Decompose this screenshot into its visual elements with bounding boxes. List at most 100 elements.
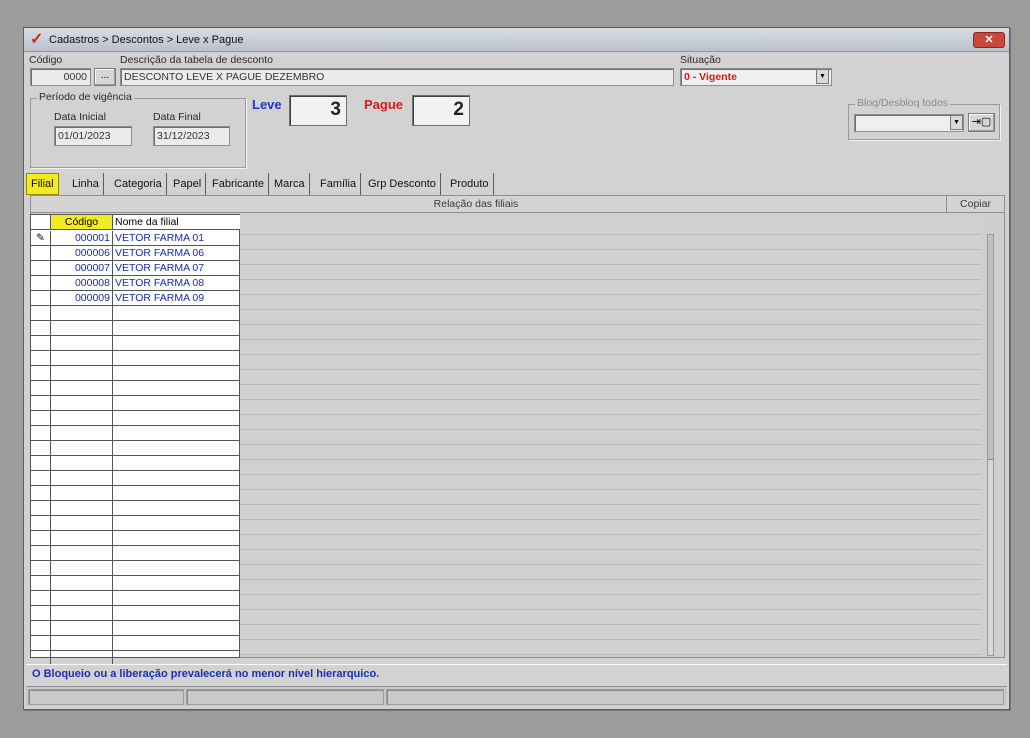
cell-codigo[interactable]	[51, 576, 113, 591]
row-selector[interactable]	[31, 486, 51, 501]
cell-nome-filial[interactable]	[113, 576, 240, 591]
chevron-down-icon[interactable]: ▼	[816, 69, 829, 84]
bloq-select[interactable]	[854, 114, 964, 132]
cell-codigo[interactable]	[51, 546, 113, 561]
cell-nome-filial[interactable]	[113, 621, 240, 636]
close-button[interactable]: ✕	[973, 32, 1005, 48]
cell-codigo[interactable]	[51, 501, 113, 516]
cell-nome-filial[interactable]	[113, 591, 240, 606]
cell-nome-filial[interactable]	[113, 306, 240, 321]
cell-codigo[interactable]	[51, 516, 113, 531]
tab-linha[interactable]: Linha	[68, 173, 104, 195]
leve-field[interactable]: 3	[289, 95, 347, 126]
pague-field[interactable]: 2	[412, 95, 470, 126]
cell-codigo[interactable]	[51, 411, 113, 426]
tab-familia[interactable]: Família	[316, 173, 362, 195]
cell-codigo[interactable]: 000007	[51, 261, 113, 276]
row-selector[interactable]	[31, 366, 51, 381]
row-selector[interactable]	[31, 291, 51, 306]
cell-codigo[interactable]	[51, 606, 113, 621]
cell-codigo[interactable]	[51, 561, 113, 576]
cell-nome-filial[interactable]	[113, 321, 240, 336]
row-selector[interactable]	[31, 561, 51, 576]
row-selector[interactable]	[31, 441, 51, 456]
row-selector[interactable]	[31, 546, 51, 561]
tab-filial[interactable]: Filial	[26, 173, 59, 195]
row-selector[interactable]: ✎	[31, 231, 51, 246]
row-selector[interactable]	[31, 276, 51, 291]
tab-fabricante[interactable]: Fabricante	[208, 173, 269, 195]
codigo-lookup-button[interactable]: ...	[94, 68, 116, 86]
cell-codigo[interactable]	[51, 456, 113, 471]
tab-categoria[interactable]: Categoria	[110, 173, 167, 195]
row-selector[interactable]	[31, 501, 51, 516]
row-selector[interactable]	[31, 516, 51, 531]
cell-codigo[interactable]	[51, 636, 113, 651]
cell-nome-filial[interactable]	[113, 471, 240, 486]
cell-codigo[interactable]	[51, 306, 113, 321]
cell-nome-filial[interactable]	[113, 531, 240, 546]
cell-codigo[interactable]	[51, 336, 113, 351]
cell-codigo[interactable]	[51, 366, 113, 381]
cell-nome-filial[interactable]	[113, 441, 240, 456]
cell-nome-filial[interactable]: VETOR FARMA 01	[113, 231, 240, 246]
row-selector[interactable]	[31, 606, 51, 621]
cell-codigo[interactable]	[51, 591, 113, 606]
cell-nome-filial[interactable]: VETOR FARMA 08	[113, 276, 240, 291]
cell-nome-filial[interactable]	[113, 351, 240, 366]
cell-nome-filial[interactable]	[113, 561, 240, 576]
row-selector[interactable]	[31, 576, 51, 591]
cell-codigo[interactable]	[51, 531, 113, 546]
row-selector[interactable]	[31, 531, 51, 546]
cell-nome-filial[interactable]: VETOR FARMA 09	[113, 291, 240, 306]
column-header-codigo[interactable]: Código	[51, 215, 113, 230]
tab-marca[interactable]: Marca	[270, 173, 310, 195]
cell-codigo[interactable]	[51, 351, 113, 366]
cell-nome-filial[interactable]	[113, 396, 240, 411]
cell-nome-filial[interactable]	[113, 456, 240, 471]
cell-nome-filial[interactable]	[113, 426, 240, 441]
tab-grp-desconto[interactable]: Grp Desconto	[364, 173, 441, 195]
column-header-nome[interactable]: Nome da filial	[113, 215, 240, 230]
row-selector[interactable]	[31, 246, 51, 261]
cell-codigo[interactable]	[51, 486, 113, 501]
cell-nome-filial[interactable]	[113, 336, 240, 351]
cell-nome-filial[interactable]	[113, 501, 240, 516]
cell-nome-filial[interactable]	[113, 516, 240, 531]
row-selector[interactable]	[31, 261, 51, 276]
cell-nome-filial[interactable]	[113, 636, 240, 651]
codigo-field[interactable]: 0000	[30, 68, 91, 86]
row-selector[interactable]	[31, 456, 51, 471]
tab-produto[interactable]: Produto	[446, 173, 494, 195]
cell-codigo[interactable]: 000006	[51, 246, 113, 261]
row-selector[interactable]	[31, 351, 51, 366]
tab-papel[interactable]: Papel	[169, 173, 207, 195]
cell-codigo[interactable]	[51, 471, 113, 486]
copy-button[interactable]: Copiar	[946, 196, 1004, 212]
row-selector[interactable]	[31, 306, 51, 321]
row-selector[interactable]	[31, 621, 51, 636]
cell-codigo[interactable]	[51, 396, 113, 411]
cell-codigo[interactable]	[51, 441, 113, 456]
cell-nome-filial[interactable]: VETOR FARMA 07	[113, 261, 240, 276]
cell-nome-filial[interactable]	[113, 606, 240, 621]
row-selector[interactable]	[31, 636, 51, 651]
cell-codigo[interactable]	[51, 426, 113, 441]
cell-nome-filial[interactable]	[113, 411, 240, 426]
cell-nome-filial[interactable]	[113, 546, 240, 561]
row-selector[interactable]	[31, 426, 51, 441]
data-inicial-field[interactable]: 01/01/2023	[54, 126, 132, 146]
row-selector[interactable]	[31, 381, 51, 396]
cell-nome-filial[interactable]	[113, 381, 240, 396]
cell-nome-filial[interactable]	[113, 486, 240, 501]
row-selector[interactable]	[31, 591, 51, 606]
row-selector[interactable]	[31, 396, 51, 411]
bloq-chevron-down-icon[interactable]: ▼	[950, 115, 963, 130]
bloq-apply-button[interactable]: ⇥▢	[968, 113, 995, 132]
cell-codigo[interactable]	[51, 381, 113, 396]
cell-nome-filial[interactable]: VETOR FARMA 06	[113, 246, 240, 261]
cell-codigo[interactable]	[51, 621, 113, 636]
cell-codigo[interactable]: 000008	[51, 276, 113, 291]
data-final-field[interactable]: 31/12/2023	[153, 126, 230, 146]
scrollbar-thumb[interactable]	[988, 235, 993, 460]
